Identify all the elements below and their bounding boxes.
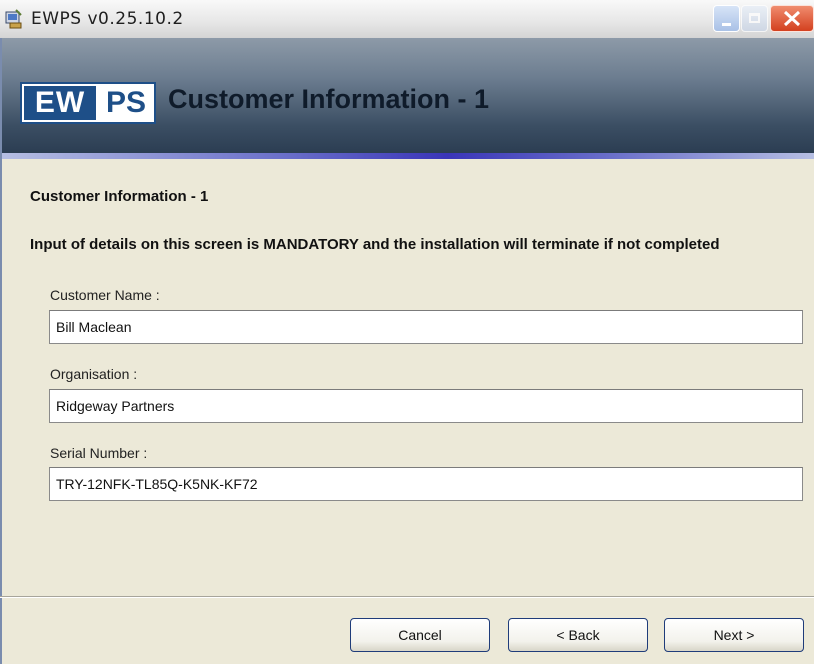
- close-button[interactable]: [770, 5, 814, 32]
- organisation-input[interactable]: [49, 389, 803, 423]
- title-bar[interactable]: EWPS v0.25.10.2: [0, 0, 814, 38]
- organisation-label: Organisation :: [50, 366, 138, 382]
- section-title: Customer Information - 1: [30, 188, 209, 205]
- logo-ps-text: PS: [105, 86, 147, 119]
- logo-ew-text: EW: [24, 86, 96, 120]
- serial-number-input[interactable]: [49, 467, 803, 501]
- serial-number-label: Serial Number :: [50, 445, 148, 461]
- minimize-button[interactable]: [713, 5, 740, 32]
- customer-name-label: Customer Name :: [50, 287, 160, 303]
- back-button[interactable]: < Back: [508, 618, 648, 652]
- mandatory-notice: Input of details on this screen is MANDA…: [30, 236, 720, 253]
- close-icon: [783, 10, 801, 27]
- footer-divider-highlight: [0, 597, 814, 598]
- next-button[interactable]: Next >: [664, 618, 804, 652]
- window-title: EWPS v0.25.10.2: [31, 9, 184, 29]
- window-border: [0, 38, 2, 664]
- installer-app-icon: [5, 9, 22, 29]
- customer-name-input[interactable]: [49, 310, 803, 344]
- maximize-button[interactable]: [741, 5, 768, 32]
- header-divider: [0, 153, 814, 159]
- wizard-header: EW PS Customer Information - 1: [0, 38, 814, 155]
- page-title: Customer Information - 1: [168, 84, 490, 114]
- ewps-logo: EW PS: [20, 82, 156, 124]
- cancel-button[interactable]: Cancel: [350, 618, 490, 652]
